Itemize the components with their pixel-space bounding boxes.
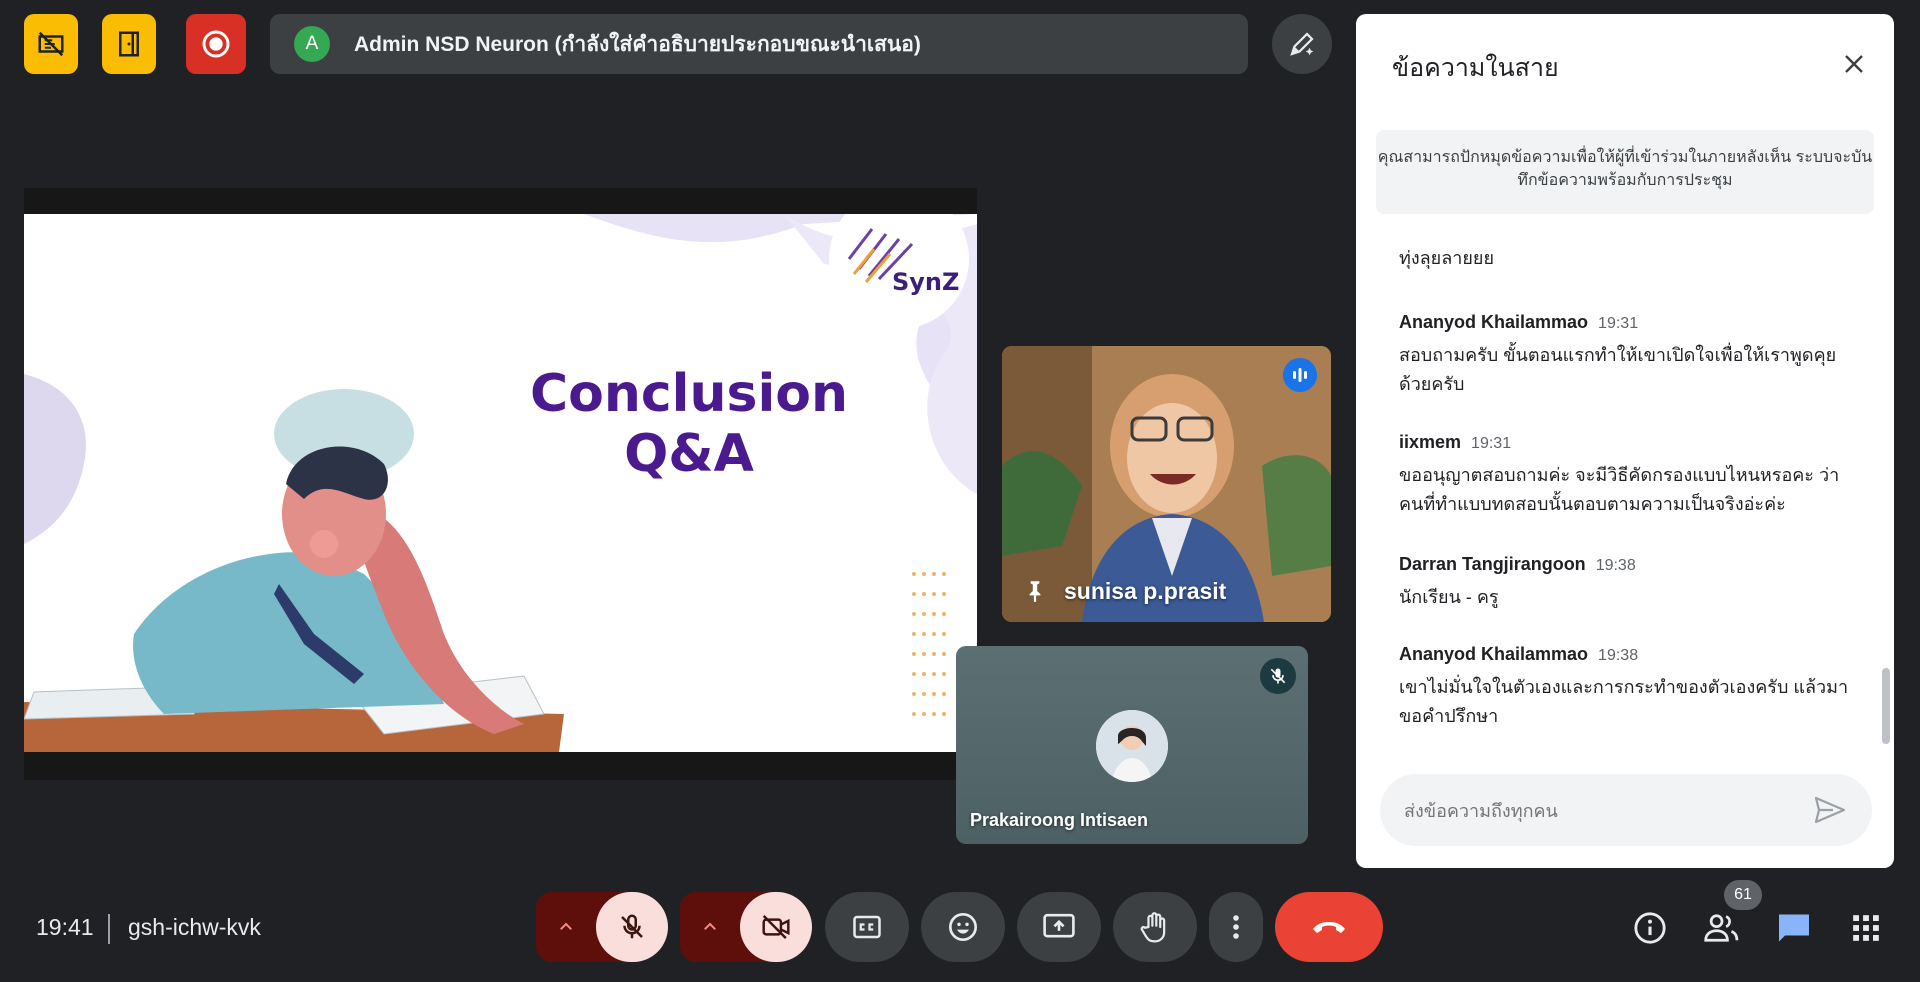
annotation-off-button[interactable]	[24, 14, 78, 74]
message-text: ทุ่งลุยลายยย	[1399, 248, 1495, 268]
presenter-text: Admin NSD Neuron (กำลังใส่คำอธิบายประกอบ…	[354, 32, 921, 56]
message-text: เขาไม่มั่นใจในตัวเองและการกระทำของตัวเอง…	[1399, 677, 1849, 726]
close-icon	[1845, 55, 1863, 73]
leave-presenting-button[interactable]	[102, 14, 156, 74]
message-text: สอบถามครับ ขั้นตอนแรกทำให้เขาเปิดใจเพื่อ…	[1399, 345, 1837, 394]
present-button[interactable]	[1017, 892, 1101, 962]
slide-title-line2: Q&A	[624, 424, 754, 484]
captions-icon	[853, 915, 881, 939]
pin-notice: คุณสามารถปักหมุดข้อความเพื่อให้ผู้ที่เข้…	[1376, 130, 1874, 214]
video-controls	[680, 892, 812, 962]
raise-hand-icon	[1140, 912, 1166, 943]
captions-button[interactable]	[825, 892, 909, 962]
audio-options-button[interactable]	[536, 892, 596, 962]
chat-icon	[1779, 914, 1809, 942]
apps-grid-icon	[1853, 915, 1879, 941]
recording-button[interactable]	[186, 14, 246, 74]
participant-tile-pinned[interactable]: sunisa p.prasit	[1002, 346, 1331, 622]
present-icon	[1043, 913, 1075, 938]
list-item: ทุ่งลุยลายยย	[1399, 244, 1859, 273]
message-time: 19:38	[1598, 647, 1639, 664]
participant-name-pinned: sunisa p.prasit	[1064, 578, 1227, 604]
presenter-avatar: A	[294, 26, 330, 62]
message-time: 19:38	[1595, 557, 1636, 574]
emoji-icon	[949, 913, 977, 941]
chat-panel: ข้อความในสาย คุณสามารถปักหมุดข้อความเพื่…	[1356, 14, 1894, 868]
brand-logo-text: SynZ	[892, 268, 960, 296]
pin-icon[interactable]	[1022, 578, 1048, 604]
chat-input[interactable]	[1402, 774, 1806, 848]
participant-tile[interactable]: Prakairoong Intisaen	[956, 646, 1308, 844]
presenter-banner: A Admin NSD Neuron (กำลังใส่คำอธิบายประก…	[270, 14, 1248, 74]
send-icon	[1814, 796, 1846, 824]
more-vert-icon	[1233, 915, 1239, 939]
message-sender: Ananyod Khailammao	[1399, 644, 1589, 664]
chat-panel-title: ข้อความในสาย	[1392, 54, 1559, 82]
list-item: Ananyod Khailammao 19:38 เขาไม่มั่นใจในตั…	[1399, 644, 1859, 731]
people-icon	[1704, 914, 1739, 942]
muted-indicator	[1260, 658, 1296, 694]
mic-off-icon	[1270, 668, 1286, 684]
message-text: นักเรียน - ครู	[1399, 587, 1499, 607]
slide-title-line1: Conclusion	[529, 364, 849, 424]
camera-toggle-button[interactable]	[740, 892, 812, 962]
chat-scrollbar[interactable]	[1882, 668, 1890, 744]
chat-message-list: ทุ่งลุยลายยย Ananyod Khailammao 19:31 สอบ…	[1356, 224, 1894, 754]
chevron-up-icon	[560, 922, 572, 930]
meeting-details-button[interactable]	[1628, 906, 1672, 950]
speaking-icon	[1293, 368, 1307, 382]
chat-input-box	[1380, 774, 1872, 848]
message-time: 19:31	[1471, 435, 1512, 452]
call-end-icon	[1313, 922, 1345, 933]
message-time: 19:31	[1598, 315, 1639, 332]
no-annotation-icon	[38, 31, 64, 57]
list-item: Darran Tangjirangoon 19:38 นักเรียน - ครู	[1399, 554, 1859, 612]
reactions-button[interactable]	[921, 892, 1005, 962]
close-chat-button[interactable]	[1834, 44, 1874, 84]
slide-title: Conclusion Q&A	[514, 364, 864, 484]
meeting-code: gsh-ichw-kvk	[128, 914, 261, 940]
annotate-button[interactable]	[1272, 14, 1332, 74]
mic-toggle-button[interactable]	[596, 892, 668, 962]
list-item: Ananyod Khailammao 19:31 สอบถามครับ ขั้นต…	[1399, 312, 1859, 399]
list-item: iixmem 19:31 ขออนุญาตสอบถามค่ะ จะมีวิธีคั…	[1399, 432, 1859, 519]
speaking-indicator	[1283, 358, 1317, 392]
camera-off-icon	[762, 915, 790, 939]
message-sender: iixmem	[1399, 432, 1462, 452]
send-button[interactable]	[1810, 792, 1850, 828]
chat-button[interactable]	[1772, 906, 1816, 950]
message-sender: Darran Tangjirangoon	[1399, 554, 1586, 574]
message-sender: Ananyod Khailammao	[1399, 312, 1589, 332]
video-options-button[interactable]	[680, 892, 740, 962]
presentation-slide: Conclusion Q&A SynZ	[24, 214, 977, 752]
record-icon	[202, 30, 230, 58]
avatar	[1096, 710, 1168, 782]
audio-controls	[536, 892, 668, 962]
more-options-button[interactable]	[1209, 892, 1263, 962]
leave-call-button[interactable]	[1275, 892, 1383, 962]
exit-door-icon	[119, 31, 139, 57]
participant-name: Prakairoong Intisaen	[970, 810, 1149, 830]
activities-button[interactable]	[1844, 906, 1888, 950]
mic-off-icon	[621, 914, 643, 939]
message-text: ขออนุญาตสอบถามค่ะ จะมีวิธีคัดกรองแบบไหนห…	[1399, 465, 1840, 514]
info-icon	[1634, 912, 1666, 944]
people-button[interactable]	[1700, 906, 1744, 950]
clock: 19:41	[36, 914, 94, 940]
raise-hand-button[interactable]	[1113, 892, 1197, 962]
divider	[108, 914, 110, 944]
chevron-up-icon	[704, 922, 716, 930]
pen-sparkle-icon	[1290, 32, 1314, 56]
